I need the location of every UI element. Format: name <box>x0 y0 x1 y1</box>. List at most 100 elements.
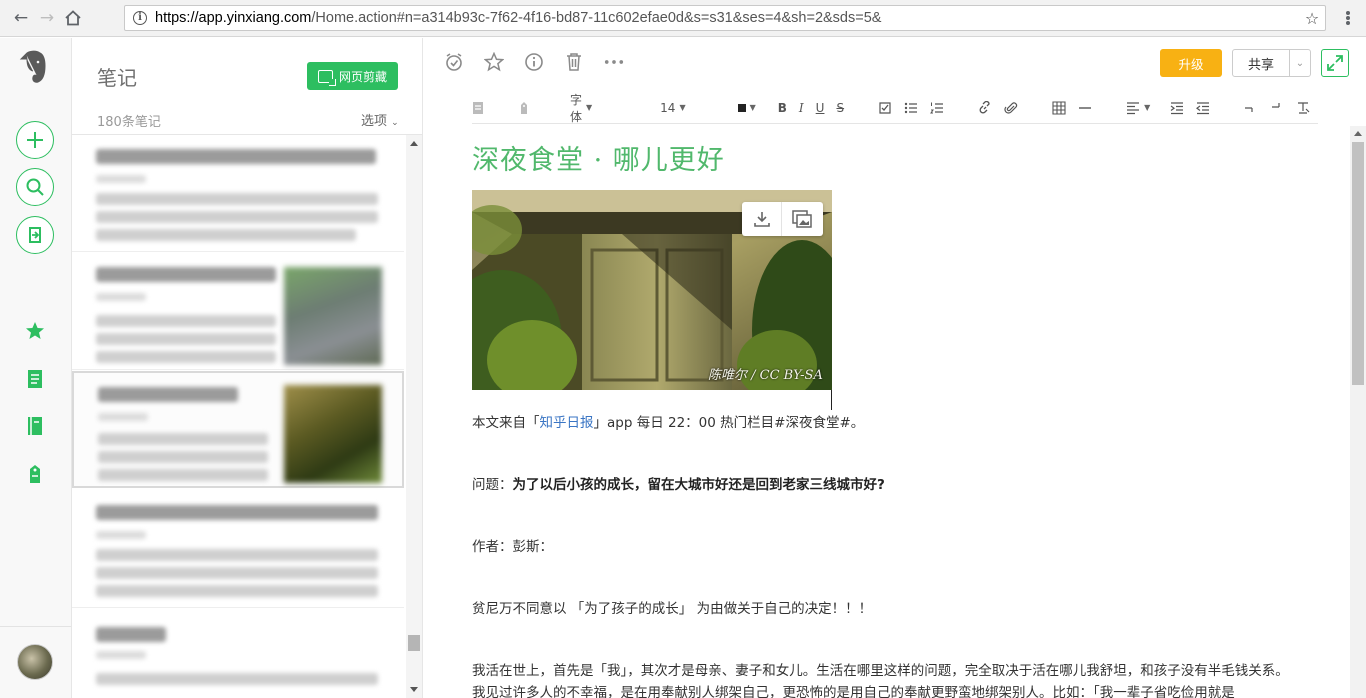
subscript-icon[interactable] <box>1270 98 1284 118</box>
scroll-thumb[interactable] <box>408 635 420 651</box>
list-item[interactable] <box>72 253 404 370</box>
scroll-down-arrow-icon[interactable] <box>410 687 418 692</box>
note-actions <box>444 52 624 72</box>
paragraph-statement[interactable]: 贫尼万不同意以 「为了孩子的成长」 为由做关于自己的决定！！！ <box>472 598 872 620</box>
clear-format-icon[interactable] <box>1296 98 1310 118</box>
note-list-scrollbar[interactable] <box>406 135 422 698</box>
web-clip-icon <box>317 69 336 86</box>
notebook-select-icon[interactable] <box>518 98 530 118</box>
font-size-dropdown[interactable]: 14 ▼ <box>660 98 685 118</box>
search-icon <box>26 178 44 196</box>
web-clipper-button[interactable]: 网页剪藏 <box>307 62 398 90</box>
paragraph-source[interactable]: 本文来自「知乎日报」app 每日 22：00 热门栏目#深夜食堂#。 <box>472 412 864 434</box>
underline-icon[interactable]: U <box>816 98 825 118</box>
italic-icon[interactable]: I <box>799 98 804 118</box>
strikethrough-icon[interactable]: S <box>836 98 844 118</box>
indent-icon[interactable] <box>1170 98 1184 118</box>
list-item-selected[interactable] <box>72 371 404 488</box>
browser-toolbar: ← → i https://app.yinxiang.com/Home.acti… <box>0 0 1366 37</box>
source-suffix: 」app 每日 22：00 热门栏目#深夜食堂#。 <box>593 415 865 431</box>
paragraph-author[interactable]: 作者：彭斯： <box>472 536 553 558</box>
note-info-icon[interactable] <box>524 52 544 72</box>
note-count: 180条笔记 <box>97 115 161 130</box>
list-item[interactable] <box>72 491 404 608</box>
new-note-button[interactable] <box>16 121 54 159</box>
scroll-up-arrow-icon[interactable] <box>410 141 418 146</box>
bullet-list-icon[interactable] <box>904 98 918 118</box>
annotate-image-icon[interactable] <box>782 202 822 236</box>
text-cursor <box>831 390 832 410</box>
more-actions-icon[interactable] <box>604 52 624 72</box>
attachment-icon[interactable] <box>1004 98 1018 118</box>
notes-icon[interactable] <box>23 367 47 391</box>
font-size-label: 14 <box>660 100 676 115</box>
rail-divider <box>0 626 71 627</box>
bookmark-star-icon[interactable]: ☆ <box>1299 9 1325 28</box>
browser-menu-icon[interactable] <box>1338 7 1358 29</box>
left-rail <box>0 38 72 698</box>
share-label: 共享 <box>1233 50 1290 76</box>
paragraph-body[interactable]: 我活在世上，首先是「我」，其次才是母亲、妻子和女儿。生活在哪里这样的问题，完全取… <box>472 660 1302 698</box>
url-path: /Home.action#n=a314b93c-7f62-4f16-bd87-1… <box>311 10 882 26</box>
question-label: 问题： <box>472 477 513 493</box>
note-template-icon[interactable] <box>472 98 484 118</box>
horizontal-rule-icon[interactable] <box>1078 98 1092 118</box>
note-title[interactable]: 深夜食堂 · 哪儿更好 <box>472 138 725 177</box>
numbered-list-icon[interactable] <box>930 98 944 118</box>
reminder-alarm-icon[interactable] <box>444 52 464 72</box>
web-clipper-label: 网页剪藏 <box>338 69 387 84</box>
font-family-dropdown[interactable]: 字体 ▼ <box>570 93 592 124</box>
scroll-thumb[interactable] <box>1352 142 1364 385</box>
note-image[interactable]: 陈唯尔 / CC BY-SA <box>472 190 832 390</box>
share-button[interactable]: 共享 ⌄ <box>1232 49 1311 77</box>
note-thumbnail <box>284 267 382 365</box>
shortcuts-star-icon[interactable] <box>23 319 47 343</box>
paragraph-question[interactable]: 问题：为了以后小孩的成长，留在大城市好还是回到老家三线城市好? <box>472 474 885 496</box>
back-arrow-icon[interactable]: ← <box>8 5 34 31</box>
site-info-icon[interactable]: i <box>133 11 147 25</box>
trash-icon[interactable] <box>564 52 584 72</box>
note-editor: 升级 共享 ⌄ 字体 ▼ 14 ▼ ▼ B I U S ▼ 深夜食堂 · 哪儿更… <box>424 38 1366 698</box>
expand-fullscreen-icon[interactable] <box>1321 49 1349 77</box>
download-icon[interactable] <box>742 202 782 236</box>
url-host: https://app.yinxiang.com <box>155 10 312 26</box>
superscript-icon[interactable] <box>1244 98 1258 118</box>
question-text: 为了以后小孩的成长，留在大城市好还是回到老家三线城市好? <box>512 477 885 493</box>
note-list-panel: 笔记 网页剪藏 180条笔记 选项 ⌄ <box>72 38 423 698</box>
tags-icon[interactable] <box>23 462 47 486</box>
image-caption: 陈唯尔 / CC BY-SA <box>708 368 823 383</box>
checkbox-icon[interactable] <box>878 98 892 118</box>
align-dropdown[interactable]: ▼ <box>1126 98 1150 118</box>
share-dropdown-icon[interactable]: ⌄ <box>1290 50 1310 76</box>
search-button[interactable] <box>16 168 54 206</box>
shortcut-star-icon[interactable] <box>484 52 504 72</box>
list-item[interactable] <box>72 135 404 252</box>
source-prefix: 本文来自「 <box>472 415 540 431</box>
home-icon[interactable] <box>60 5 86 31</box>
work-chat-button[interactable] <box>16 216 54 254</box>
note-content[interactable]: 深夜食堂 · 哪儿更好 陈唯尔 / CC BY-SA 本文来自「知乎日报」app… <box>472 126 1312 698</box>
user-avatar[interactable] <box>17 644 53 680</box>
format-toolbar: 字体 ▼ 14 ▼ ▼ B I U S ▼ <box>472 92 1318 124</box>
address-bar[interactable]: i https://app.yinxiang.com/Home.action#n… <box>124 5 1326 31</box>
zhihu-daily-link[interactable]: 知乎日报 <box>540 415 594 431</box>
forward-arrow-icon[interactable]: → <box>34 5 60 31</box>
text-color-dropdown[interactable]: ▼ <box>737 98 756 118</box>
table-icon[interactable] <box>1052 98 1066 118</box>
scroll-up-arrow-icon[interactable] <box>1354 131 1362 136</box>
link-icon[interactable] <box>978 98 992 118</box>
url-text[interactable]: https://app.yinxiang.com/Home.action#n=a… <box>155 10 1299 26</box>
list-item[interactable] <box>72 609 404 698</box>
outdent-icon[interactable] <box>1196 98 1210 118</box>
note-scrollbar[interactable] <box>1350 126 1366 698</box>
plus-icon <box>27 132 43 148</box>
font-family-label: 字体 <box>570 92 583 124</box>
notebooks-icon[interactable] <box>23 414 47 438</box>
options-dropdown[interactable]: 选项 ⌄ <box>361 110 399 129</box>
work-chat-icon <box>29 227 41 243</box>
image-actions <box>742 202 823 236</box>
note-list-title: 笔记 <box>97 66 137 90</box>
bold-icon[interactable]: B <box>778 98 787 118</box>
evernote-logo-icon[interactable] <box>19 50 49 84</box>
upgrade-button[interactable]: 升级 <box>1160 49 1222 77</box>
